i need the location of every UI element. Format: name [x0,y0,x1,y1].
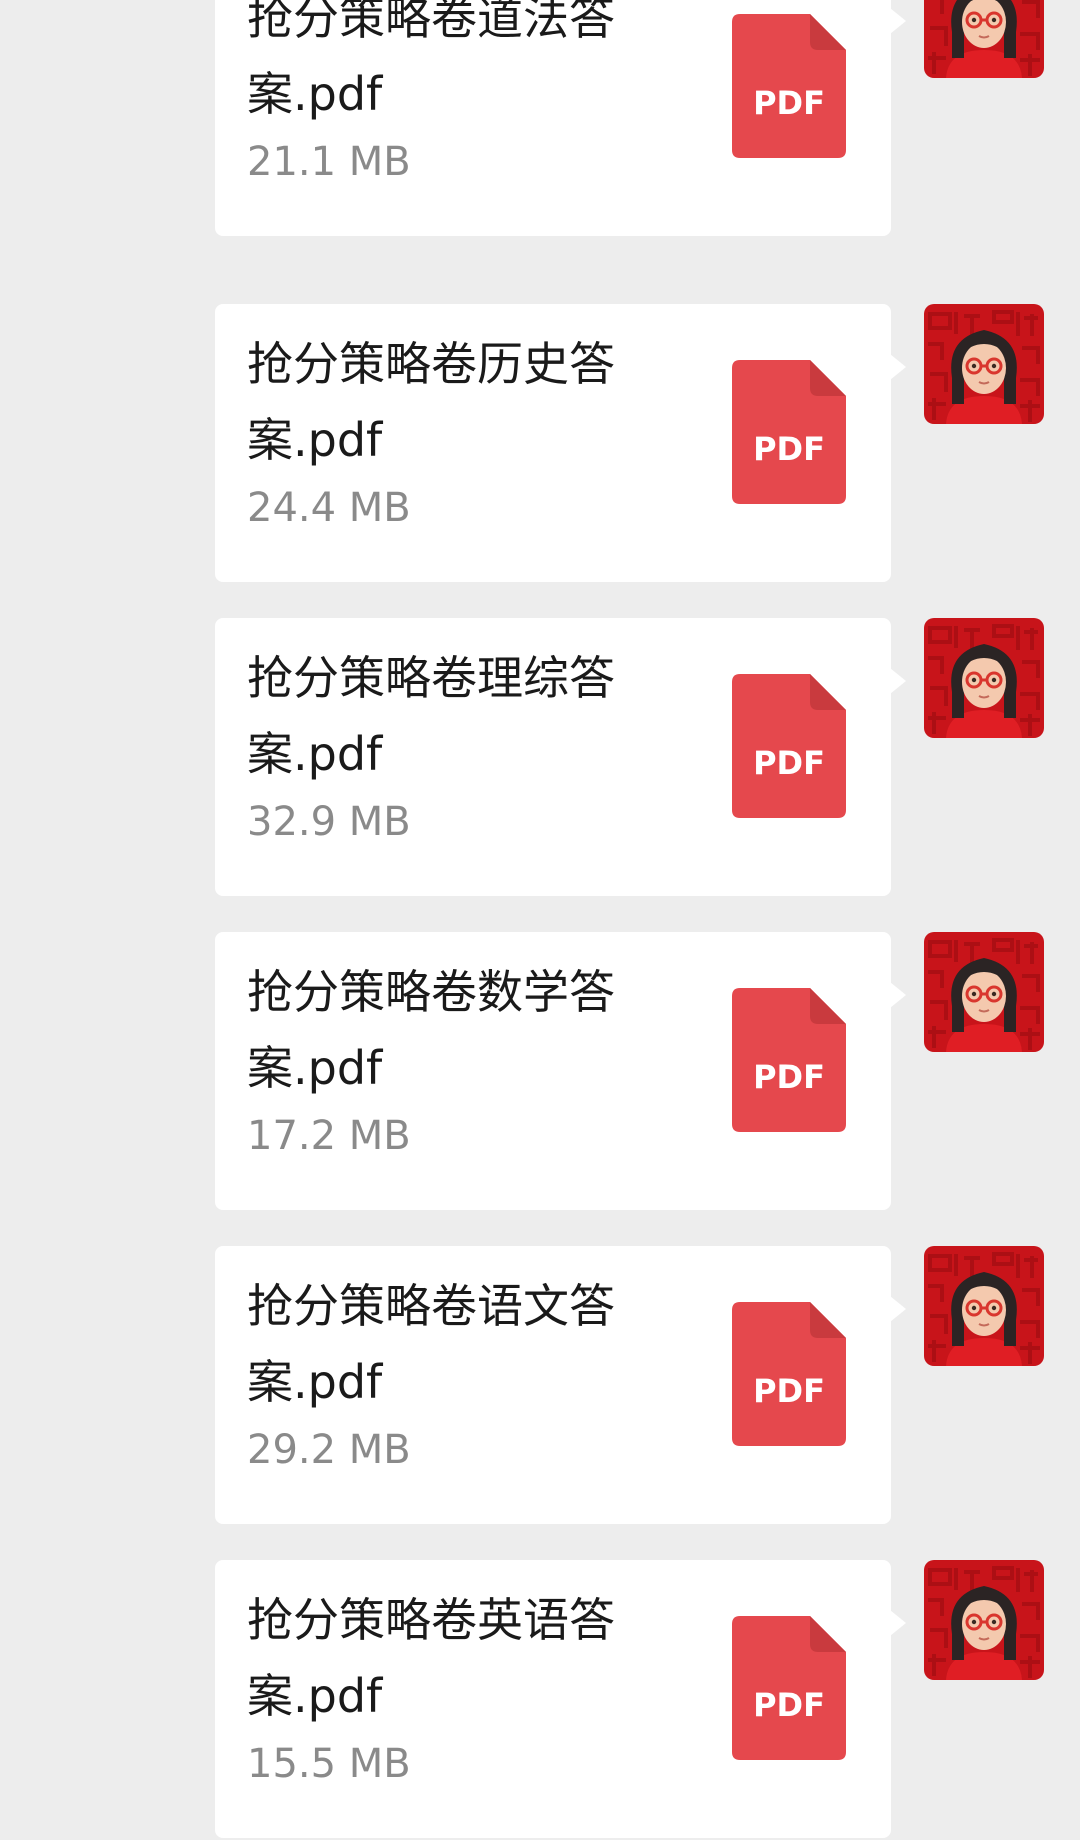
pdf-file-icon: PDF [732,360,846,504]
pdf-file-icon: PDF [732,674,846,818]
pdf-icon-label: PDF [753,430,825,468]
chat-message-row: 抢分策略卷理综答案.pdf 32.9 MB PDF [0,618,1080,898]
file-message-bubble[interactable]: 抢分策略卷历史答案.pdf 24.4 MB PDF [215,304,906,582]
user-avatar[interactable] [924,0,1044,78]
pdf-icon-label: PDF [753,1372,825,1410]
chat-message-row: 抢分策略卷英语答案.pdf 15.5 MB PDF [0,1560,1080,1840]
pdf-icon-label: PDF [753,84,825,122]
file-name: 抢分策略卷历史答案.pdf [247,337,615,467]
file-size: 17.2 MB [247,1113,411,1159]
file-size: 21.1 MB [247,139,411,185]
chat-message-row: 抢分策略卷数学答案.pdf 17.2 MB PDF [0,932,1080,1212]
file-size: 29.2 MB [247,1427,411,1473]
file-message-bubble[interactable]: 抢分策略卷语文答案.pdf 29.2 MB PDF [215,1246,906,1524]
pdf-icon-label: PDF [753,1058,825,1096]
file-name: 抢分策略卷英语答案.pdf [247,1593,615,1723]
chat-message-row: 抢分策略卷道法答案.pdf 21.1 MB PDF [0,0,1080,238]
chat-message-row: 抢分策略卷语文答案.pdf 29.2 MB PDF [0,1246,1080,1526]
file-name: 抢分策略卷道法答案.pdf [247,0,615,121]
pdf-file-icon: PDF [732,988,846,1132]
user-avatar[interactable] [924,932,1044,1052]
file-message-bubble[interactable]: 抢分策略卷数学答案.pdf 17.2 MB PDF [215,932,906,1210]
file-name: 抢分策略卷理综答案.pdf [247,651,615,781]
file-message-bubble[interactable]: 抢分策略卷英语答案.pdf 15.5 MB PDF [215,1560,906,1838]
pdf-icon-label: PDF [753,1686,825,1724]
user-avatar[interactable] [924,618,1044,738]
file-name: 抢分策略卷语文答案.pdf [247,1279,615,1409]
file-message-bubble[interactable]: 抢分策略卷理综答案.pdf 32.9 MB PDF [215,618,906,896]
chat-message-row: 抢分策略卷历史答案.pdf 24.4 MB PDF [0,304,1080,584]
pdf-file-icon: PDF [732,1616,846,1760]
chat-message-list: 抢分策略卷道法答案.pdf 21.1 MB PDF 抢分策略卷历史答案.pdf … [0,0,1080,1838]
file-name: 抢分策略卷数学答案.pdf [247,965,615,1095]
user-avatar[interactable] [924,304,1044,424]
file-size: 32.9 MB [247,799,411,845]
pdf-file-icon: PDF [732,1302,846,1446]
user-avatar[interactable] [924,1246,1044,1366]
pdf-file-icon: PDF [732,14,846,158]
pdf-icon-label: PDF [753,744,825,782]
file-message-bubble[interactable]: 抢分策略卷道法答案.pdf 21.1 MB PDF [215,0,906,236]
user-avatar[interactable] [924,1560,1044,1680]
file-size: 15.5 MB [247,1741,411,1787]
file-size: 24.4 MB [247,485,411,531]
